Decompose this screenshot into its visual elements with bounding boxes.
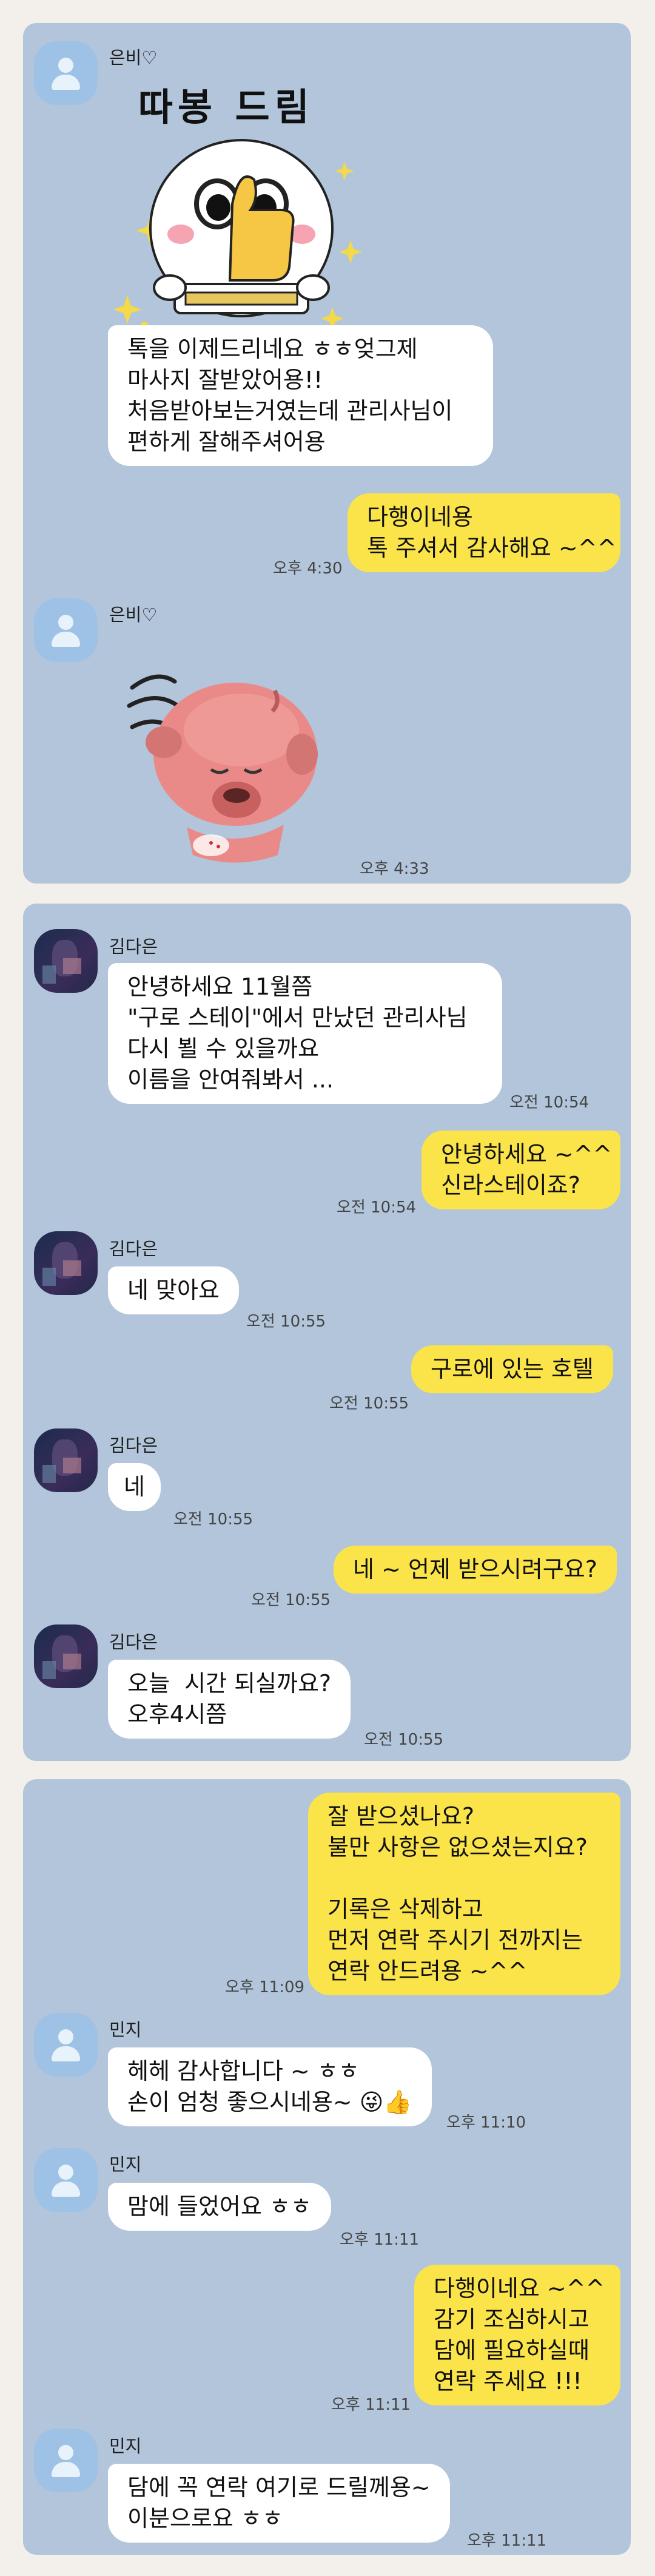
- message-time: 오전 10:55: [251, 1591, 331, 1609]
- sender-name: 은비♡: [109, 47, 158, 68]
- sender-name: 은비♡: [109, 604, 158, 625]
- profile-avatar[interactable]: [34, 598, 98, 662]
- chat-screenshot-3: 잘 받으셨나요? 불만 사항은 없으셨는지요? 기록은 삭제하고 먼저 연락 주…: [23, 1779, 631, 2555]
- message-time: 오후 11:11: [340, 2231, 420, 2249]
- default-profile-icon: [58, 58, 73, 73]
- incoming-message[interactable]: 헤헤 감사합니다 ~ ㅎㅎ 손이 엄청 좋으시네용~ 😜👍: [108, 2047, 432, 2126]
- outgoing-message[interactable]: 네 ~ 언제 받으시려구요?: [334, 1546, 617, 1594]
- sender-name: 민지: [109, 2154, 142, 2175]
- default-profile-icon: [58, 615, 73, 630]
- sender-name: 김다은: [109, 1435, 158, 1456]
- profile-avatar[interactable]: [34, 2013, 98, 2077]
- profile-avatar[interactable]: [34, 2429, 98, 2492]
- message-time: 오후 11:11: [331, 2396, 411, 2414]
- message-time: 오전 10:54: [509, 1094, 590, 1112]
- incoming-message[interactable]: 오늘 시간 되실까요? 오후4시쯤: [108, 1660, 351, 1739]
- message-time: 오전 10:55: [329, 1394, 409, 1413]
- outgoing-message[interactable]: 구로에 있는 호텔: [411, 1345, 613, 1393]
- message-time: 오후 4:30: [273, 559, 343, 578]
- message-time: 오전 10:55: [246, 1313, 326, 1331]
- profile-avatar[interactable]: [34, 41, 98, 105]
- message-time: 오전 10:54: [337, 1198, 417, 1217]
- profile-avatar[interactable]: [34, 1428, 98, 1492]
- sender-name: 김다은: [109, 936, 158, 957]
- sender-name: 김다은: [109, 1239, 158, 1259]
- default-profile-icon: [58, 2445, 73, 2460]
- default-profile-icon: [58, 2029, 73, 2044]
- incoming-message[interactable]: 담에 꼭 연락 여기로 드릴께용~ 이분으로요 ㅎㅎ: [108, 2464, 450, 2543]
- profile-avatar[interactable]: [34, 1231, 98, 1295]
- message-time: 오후 11:11: [467, 2532, 547, 2550]
- profile-avatar[interactable]: [34, 2148, 98, 2212]
- chat-screenshot-1: 은비♡ 따봉 드림 톡을 이제드리네요 ㅎㅎ엊그제 마사지 잘받았어용!! 처음…: [23, 23, 631, 884]
- outgoing-message[interactable]: 다행이네용 톡 주셔서 감사해요 ~^^: [348, 493, 620, 572]
- incoming-message[interactable]: 맘에 들었어요 ㅎㅎ: [108, 2183, 331, 2231]
- incoming-message[interactable]: 안녕하세요 11월쯤 "구로 스테이"에서 만났던 관리사님 다시 뵐 수 있을…: [108, 963, 502, 1104]
- thumbs-up-character-icon: [114, 139, 362, 330]
- incoming-message[interactable]: 네: [108, 1463, 161, 1511]
- default-profile-icon: [58, 2165, 73, 2180]
- message-time: 오후 11:09: [225, 1978, 305, 1996]
- sender-name: 민지: [109, 2020, 142, 2040]
- outgoing-message[interactable]: 다행이네요 ~^^ 감기 조심하시고 담에 필요하실때 연락 주세요 !!!: [414, 2265, 620, 2405]
- outgoing-message[interactable]: 잘 받으셨나요? 불만 사항은 없으셨는지요? 기록은 삭제하고 먼저 연락 주…: [308, 1793, 620, 1995]
- pink-character-sticker[interactable]: [120, 663, 326, 864]
- message-time: 오후 11:10: [446, 2114, 526, 2132]
- thumbs-up-sticker[interactable]: 따봉 드림: [114, 76, 375, 343]
- outgoing-message[interactable]: 안녕하세요 ~^^ 신라스테이죠?: [422, 1131, 620, 1209]
- sticker-caption: 따봉 드림: [138, 85, 314, 129]
- profile-avatar[interactable]: [34, 929, 98, 993]
- message-time: 오후 4:33: [360, 860, 429, 878]
- message-time: 오전 10:55: [364, 1731, 444, 1749]
- chat-screenshot-2: 김다은 안녕하세요 11월쯤 "구로 스테이"에서 만났던 관리사님 다시 뵐 …: [23, 904, 631, 1761]
- sender-name: 김다은: [109, 1632, 158, 1652]
- incoming-message[interactable]: 네 맞아요: [108, 1266, 239, 1314]
- message-time: 오전 10:55: [173, 1510, 254, 1529]
- sender-name: 민지: [109, 2436, 142, 2456]
- incoming-message[interactable]: 톡을 이제드리네요 ㅎㅎ엊그제 마사지 잘받았어용!! 처음받아보는거였는데 관…: [108, 325, 493, 466]
- profile-avatar[interactable]: [34, 1624, 98, 1688]
